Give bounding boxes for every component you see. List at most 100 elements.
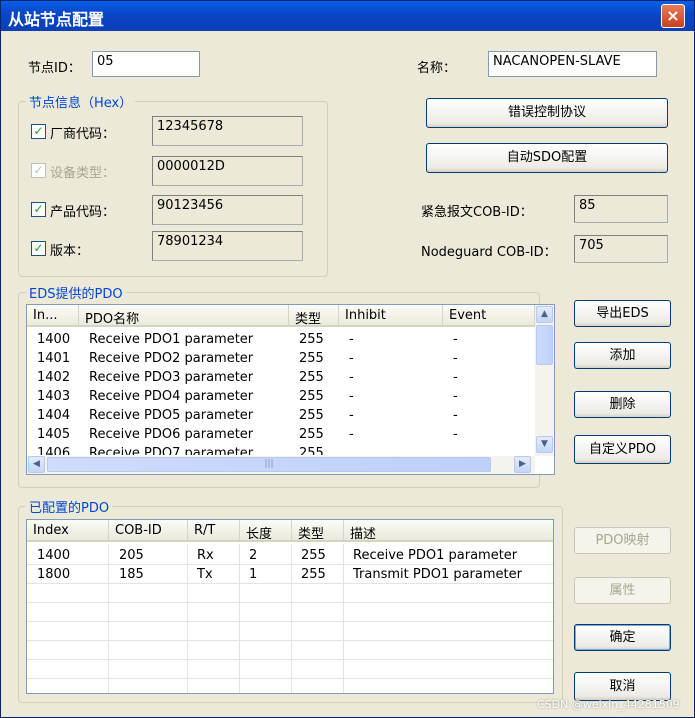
eds-cell-index: 1404 [37,408,71,423]
cfg-cell-cobid: 185 [119,567,144,582]
grid-line [27,678,553,679]
cfg-col-type[interactable]: 类型 [292,520,344,542]
node-id-label: 节点ID： [28,61,81,76]
eds-col-name[interactable]: PDO名称 [79,305,289,327]
eds-cell-name: Receive PDO4 parameter [89,389,254,404]
configured-pdo-list[interactable]: Index COB-ID R/T 长度 类型 描述 1400 205 Rx 2 … [26,519,554,694]
device-type-checkbox[interactable]: ✓ [31,163,46,178]
eds-cell-name: Receive PDO2 parameter [89,351,254,366]
scroll-up-icon[interactable]: ▲ [536,306,553,323]
grid-line [27,640,553,641]
emergency-cobid-label: 紧急报文COB-ID： [421,205,533,220]
grid-line [27,564,553,565]
configured-pdo-title: 已配置的PDO [26,497,113,516]
cfg-col-length[interactable]: 长度 [240,520,292,542]
vendor-checkbox[interactable]: ✓ [31,124,46,139]
ok-button[interactable]: 确定 [574,624,671,651]
eds-cell-type: 255 [299,408,324,423]
cfg-cell-length: 2 [249,548,258,563]
cfg-cell-length: 1 [249,567,258,582]
eds-cell-index: 1402 [37,370,71,385]
window-title: 从站节点配置 [8,10,105,29]
grid-line [27,583,553,584]
eds-cell-index: 1406 [37,446,71,455]
grid-line [27,659,553,660]
auto-sdo-config-button[interactable]: 自动SDO配置 [426,143,668,173]
cfg-cell-type: 255 [301,567,326,582]
cfg-cell-index: 1800 [37,567,71,582]
cfg-col-index[interactable]: Index [27,520,109,542]
eds-cell-name: Receive PDO3 parameter [89,370,254,385]
name-input[interactable]: NACANOPEN-SLAVE [488,51,657,77]
close-button[interactable]: × [661,4,685,28]
eds-cell-index: 1400 [37,332,71,347]
eds-cell-event: - [453,427,458,442]
eds-cell-inhibit: - [349,370,354,385]
device-type-label: 设备类型： [50,166,116,181]
node-id-input[interactable]: 05 [92,51,200,77]
device-type-field: 0000012D [152,156,303,186]
vertical-scroll-thumb[interactable] [536,325,553,365]
cfg-col-cobid[interactable]: COB-ID [109,520,188,542]
eds-col-index[interactable]: In... [27,305,79,327]
eds-cell-inhibit: - [349,351,354,366]
cfg-cell-description: Receive PDO1 parameter [353,548,518,563]
eds-cell-type: 255 [299,389,324,404]
delete-button[interactable]: 删除 [574,391,671,418]
error-control-protocol-button[interactable]: 错误控制协议 [426,98,668,128]
eds-cell-inhibit: - [349,332,354,347]
eds-cell-name: Receive PDO6 parameter [89,427,254,442]
vendor-label: 厂商代码： [50,127,116,142]
emergency-cobid-field: 85 [574,195,668,223]
pdo-mapping-button[interactable]: PDO映射 [574,527,671,554]
eds-cell-index: 1403 [37,389,71,404]
product-checkbox[interactable]: ✓ [31,202,46,217]
cfg-col-description[interactable]: 描述 [344,520,553,542]
scroll-right-icon[interactable]: ▶ [514,456,531,473]
scroll-down-icon[interactable]: ▼ [536,436,553,453]
eds-cell-type: 255 [299,427,324,442]
name-label: 名称： [417,61,457,76]
export-eds-button[interactable]: 导出EDS [574,300,671,327]
eds-horizontal-scrollbar[interactable]: ◀ ||| ▶ [27,456,535,474]
eds-cell-name: Receive PDO1 parameter [89,332,254,347]
custom-pdo-button[interactable]: 自定义PDO [574,435,671,464]
properties-button[interactable]: 属性 [574,577,671,604]
cfg-cell-index: 1400 [37,548,71,563]
dialog-window: 从站节点配置 × 节点ID： 05 名称： NACANOPEN-SLAVE 节点… [0,0,695,718]
eds-col-inhibit[interactable]: Inhibit [339,305,443,327]
grid-line [239,544,240,693]
cfg-cell-cobid: 205 [119,548,144,563]
horizontal-scroll-thumb[interactable]: ||| [47,457,491,472]
eds-cell-index: 1405 [37,427,71,442]
version-checkbox[interactable]: ✓ [31,241,46,256]
eds-cell-event: - [453,351,458,366]
eds-cell-inhibit: - [349,427,354,442]
eds-vertical-scrollbar[interactable]: ▲ ▼ [535,305,554,456]
product-label: 产品代码： [50,205,116,220]
grid-line [27,602,553,603]
eds-cell-index: 1401 [37,351,71,366]
eds-pdo-list[interactable]: In... PDO名称 类型 Inhibit Event 1400 Receiv… [26,304,555,475]
eds-cell-name: Receive PDO7 parameter [89,446,254,455]
cancel-button[interactable]: 取消 [574,672,671,701]
cfg-cell-description: Transmit PDO1 parameter [353,567,522,582]
grid-line [291,544,292,693]
scroll-left-icon[interactable]: ◀ [28,456,45,473]
eds-pdo-title: EDS提供的PDO [26,283,126,302]
watermark: CSDN @weixin_44281509 [537,698,680,711]
eds-col-type[interactable]: 类型 [289,305,339,327]
cfg-col-rt[interactable]: R/T [188,520,240,542]
node-info-title: 节点信息（Hex） [26,92,136,111]
eds-cell-type: 255 [299,370,324,385]
add-button[interactable]: 添加 [574,342,671,369]
eds-col-event[interactable]: Event [443,305,535,327]
eds-cell-event: - [453,389,458,404]
title-bar[interactable]: 从站节点配置 × [1,1,694,31]
grid-line [187,544,188,693]
nodeguard-cobid-label: Nodeguard COB-ID： [421,245,557,260]
cfg-cell-rt: Tx [197,567,213,582]
eds-cell-name: Receive PDO5 parameter [89,408,254,423]
product-code-field: 90123456 [152,195,303,225]
cfg-cell-rt: Rx [197,548,214,563]
